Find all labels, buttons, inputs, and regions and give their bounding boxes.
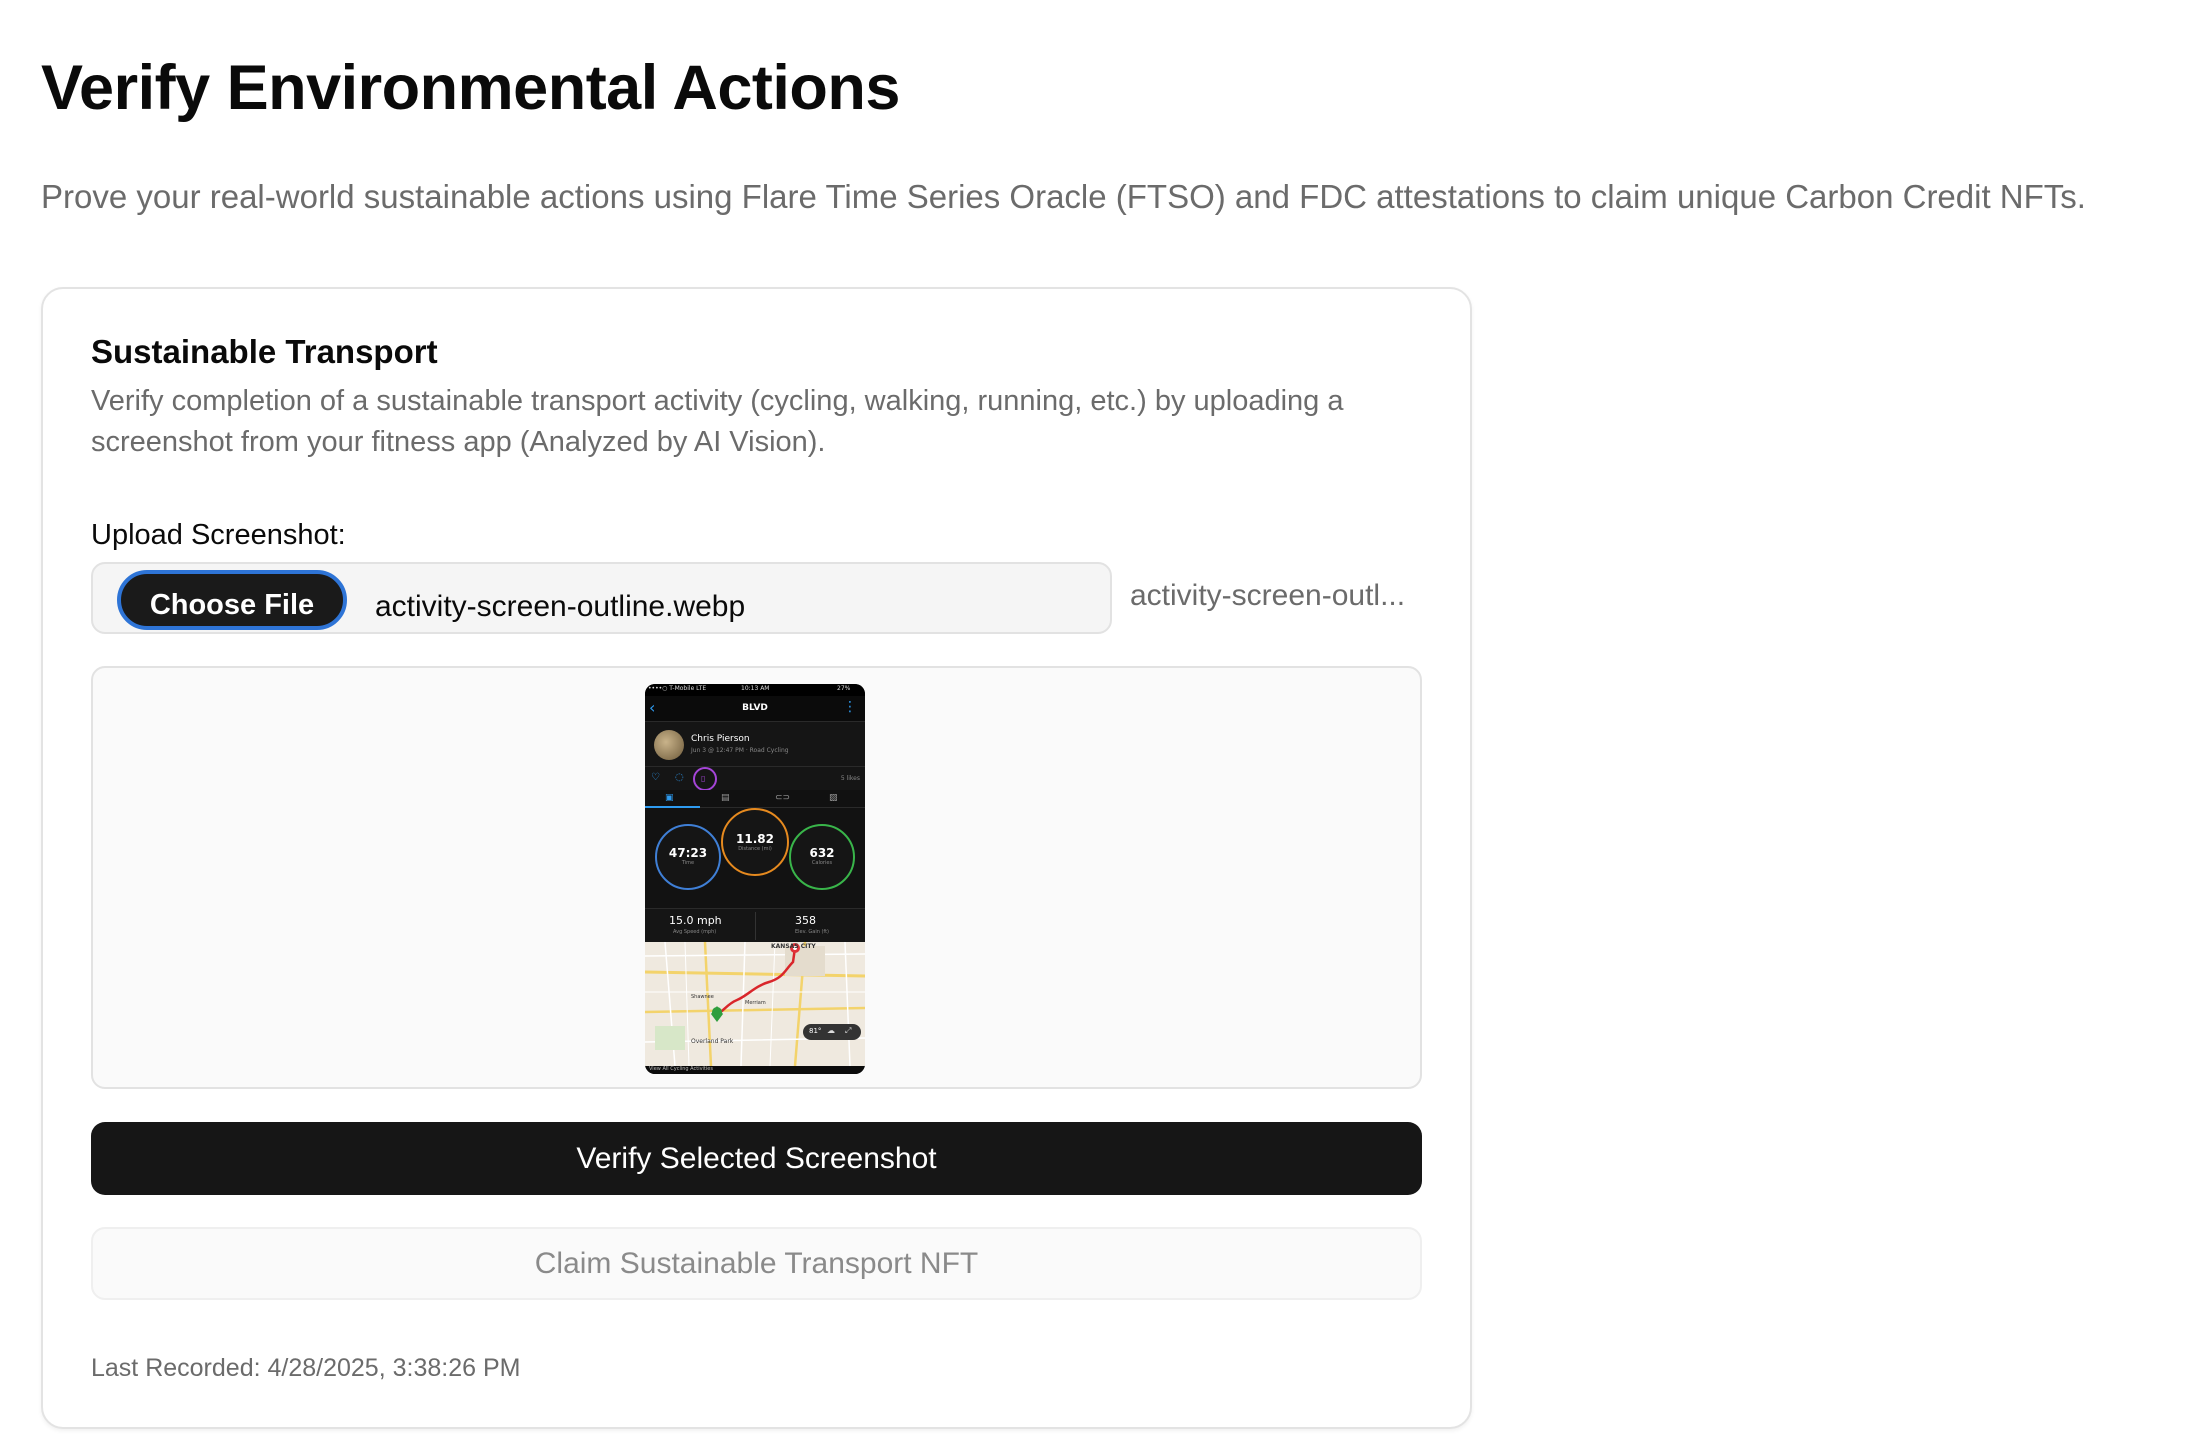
map-label-overland: Overland Park <box>691 1038 734 1045</box>
phone-actions-row: ♡ ◌ ▯ 5 likes <box>645 766 865 791</box>
route-map: KANSAS CITY Shawnee Merriam Overland Par… <box>645 942 865 1066</box>
sustainable-transport-card: Sustainable Transport Verify completion … <box>41 287 1472 1429</box>
comment-icon: ◌ <box>675 772 684 783</box>
map-weather-temp: 81° <box>809 1027 822 1035</box>
phone-user-row: Chris Pierson Jun 3 @ 12:47 PM · Road Cy… <box>645 722 865 766</box>
stat-time-value: 47:23 <box>668 846 708 860</box>
stat-time-circle: 47:23 Time <box>655 824 721 890</box>
card-title: Sustainable Transport <box>91 333 438 370</box>
status-battery: 27% <box>837 685 851 692</box>
phone-likes: 5 likes <box>840 775 860 782</box>
phone-nav-title: BLVD <box>742 703 768 713</box>
stat-distance-label: Distance (mi) <box>738 846 772 852</box>
map-label-city: KANSAS CITY <box>771 943 816 950</box>
verify-screenshot-button[interactable]: Verify Selected Screenshot <box>91 1122 1422 1195</box>
phone-tabs: ▣ ▤ ⊂⊃ ▨ <box>645 790 865 808</box>
status-carrier: ••••○ T-Mobile LTE <box>648 685 707 692</box>
avatar <box>654 730 684 760</box>
claim-nft-button[interactable]: Claim Sustainable Transport NFT <box>91 1227 1422 1300</box>
page-title: Verify Environmental Actions <box>41 53 900 123</box>
card-description: Verify completion of a sustainable trans… <box>91 385 1344 458</box>
phone-stats: 47:23 Time 11.82 Distance (mi) 632 Calor… <box>645 808 865 908</box>
phone-user-name: Chris Pierson <box>691 734 750 744</box>
metric-speed-label: Avg Speed (mph) <box>673 929 717 935</box>
file-name-truncated: activity-screen-outl... <box>1130 579 1406 612</box>
stat-distance-value: 11.82 <box>736 832 774 846</box>
stat-calories-label: Calories <box>811 860 833 866</box>
last-recorded-timestamp: Last Recorded: 4/28/2025, 3:38:26 PM <box>91 1354 521 1382</box>
stat-time-label: Time <box>681 860 695 866</box>
page-subtitle: Prove your real-world sustainable action… <box>41 178 2086 215</box>
weather-cloud-icon: ☁ <box>827 1026 835 1035</box>
phone-footer: View All Cycling Activities <box>645 1066 865 1074</box>
more-vertical-icon: ⋮ <box>843 699 857 715</box>
page: Verify Environmental Actions Prove your … <box>0 0 2196 1434</box>
metric-elevation-value: 358 <box>795 914 816 927</box>
stat-calories-value: 632 <box>809 846 835 860</box>
map-label-shawnee: Shawnee <box>691 994 714 1000</box>
phone-footer-link: View All Cycling Activities <box>649 1066 713 1072</box>
phone-nav-bar: ‹ BLVD ⋮ <box>645 696 865 722</box>
file-input[interactable]: Choose File activity-screen-outline.webp <box>91 562 1112 634</box>
upload-label: Upload Screenshot: <box>91 519 346 551</box>
laps-tab-icon: ⊂⊃ <box>775 793 791 803</box>
metric-speed-value: 15.0 mph <box>669 914 722 927</box>
phone-status-bar: ••••○ T-Mobile LTE 10:13 AM 27% <box>645 684 865 696</box>
screenshot-preview: ••••○ T-Mobile LTE 10:13 AM 27% ‹ BLVD ⋮… <box>91 666 1422 1089</box>
stat-distance-circle: 11.82 Distance (mi) <box>721 808 789 876</box>
heart-icon: ♡ <box>651 772 660 783</box>
map-expand-icon: ⤢ <box>845 1026 852 1035</box>
preview-image: ••••○ T-Mobile LTE 10:13 AM 27% ‹ BLVD ⋮… <box>645 684 865 1074</box>
map-label-merriam: Merriam <box>745 1000 766 1006</box>
share-icon: ▯ <box>701 774 706 783</box>
metric-elevation-label: Elev. Gain (ft) <box>795 929 829 935</box>
chart-tab-icon: ▨ <box>829 793 838 803</box>
choose-file-button[interactable]: Choose File <box>117 570 347 630</box>
phone-metrics: 15.0 mph Avg Speed (mph) 358 Elev. Gain … <box>645 908 865 942</box>
phone-activity-meta: Jun 3 @ 12:47 PM · Road Cycling <box>691 747 789 754</box>
stat-calories-circle: 632 Calories <box>789 824 855 890</box>
status-time: 10:13 AM <box>741 685 770 692</box>
stats-tab-icon: ▤ <box>721 793 730 803</box>
overview-tab-icon: ▣ <box>665 793 674 803</box>
selected-file-name: activity-screen-outline.webp <box>375 590 746 623</box>
metrics-divider <box>755 912 756 940</box>
